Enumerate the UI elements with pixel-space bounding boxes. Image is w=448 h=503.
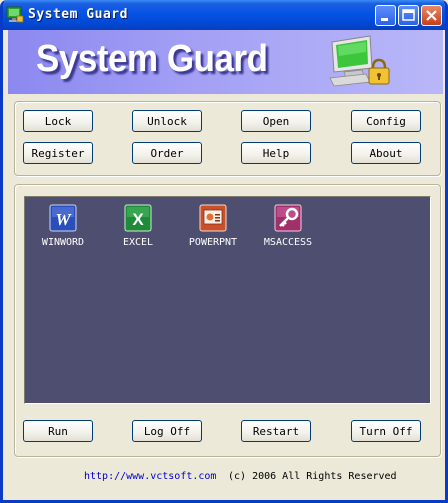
access-icon bbox=[274, 204, 302, 232]
website-link[interactable]: http://www.vctsoft.com bbox=[84, 471, 216, 482]
close-icon bbox=[426, 10, 437, 21]
window-title: System Guard bbox=[28, 7, 128, 22]
app-label: EXCEL bbox=[122, 237, 154, 248]
title-bar[interactable]: System Guard bbox=[3, 0, 445, 30]
app-monitor-icon bbox=[6, 6, 24, 23]
app-item-msaccess[interactable]: MSACCESS bbox=[258, 203, 318, 253]
app-label: MSACCESS bbox=[263, 237, 313, 248]
unlock-button[interactable]: Unlock bbox=[132, 110, 202, 132]
app-list-panel[interactable]: W WINWORD X EXCEL POWERPNT MSACCESS bbox=[24, 196, 431, 404]
order-button[interactable]: Order bbox=[132, 142, 202, 164]
restart-button[interactable]: Restart bbox=[241, 420, 311, 442]
app-item-excel[interactable]: X EXCEL bbox=[108, 203, 168, 253]
minimize-icon bbox=[381, 18, 388, 21]
svg-text:W: W bbox=[55, 210, 72, 229]
lock-button[interactable]: Lock bbox=[23, 110, 93, 132]
banner-title: System Guard bbox=[36, 38, 268, 80]
minimize-button[interactable] bbox=[375, 5, 396, 26]
run-button[interactable]: Run bbox=[23, 420, 93, 442]
powerpoint-icon bbox=[199, 204, 227, 232]
maximize-button[interactable] bbox=[398, 5, 419, 26]
open-button[interactable]: Open bbox=[241, 110, 311, 132]
excel-icon: X bbox=[124, 204, 152, 232]
turn-off-button[interactable]: Turn Off bbox=[351, 420, 421, 442]
help-button[interactable]: Help bbox=[241, 142, 311, 164]
main-window: System Guard System Guard Lock Unlock Op… bbox=[0, 0, 448, 503]
copyright-text: (c) 2006 All Rights Reserved bbox=[228, 471, 397, 482]
svg-text:X: X bbox=[132, 210, 144, 229]
app-label: WINWORD bbox=[41, 237, 85, 248]
app-item-powerpnt[interactable]: POWERPNT bbox=[183, 203, 243, 253]
about-button[interactable]: About bbox=[351, 142, 421, 164]
app-label: POWERPNT bbox=[188, 237, 238, 248]
log-off-button[interactable]: Log Off bbox=[132, 420, 202, 442]
register-button[interactable]: Register bbox=[23, 142, 93, 164]
word-icon: W bbox=[49, 204, 77, 232]
computer-lock-icon bbox=[329, 35, 390, 87]
maximize-icon bbox=[402, 9, 415, 21]
app-item-winword[interactable]: W WINWORD bbox=[33, 203, 93, 253]
config-button[interactable]: Config bbox=[351, 110, 421, 132]
banner: System Guard bbox=[8, 30, 443, 94]
close-button[interactable] bbox=[421, 5, 442, 26]
